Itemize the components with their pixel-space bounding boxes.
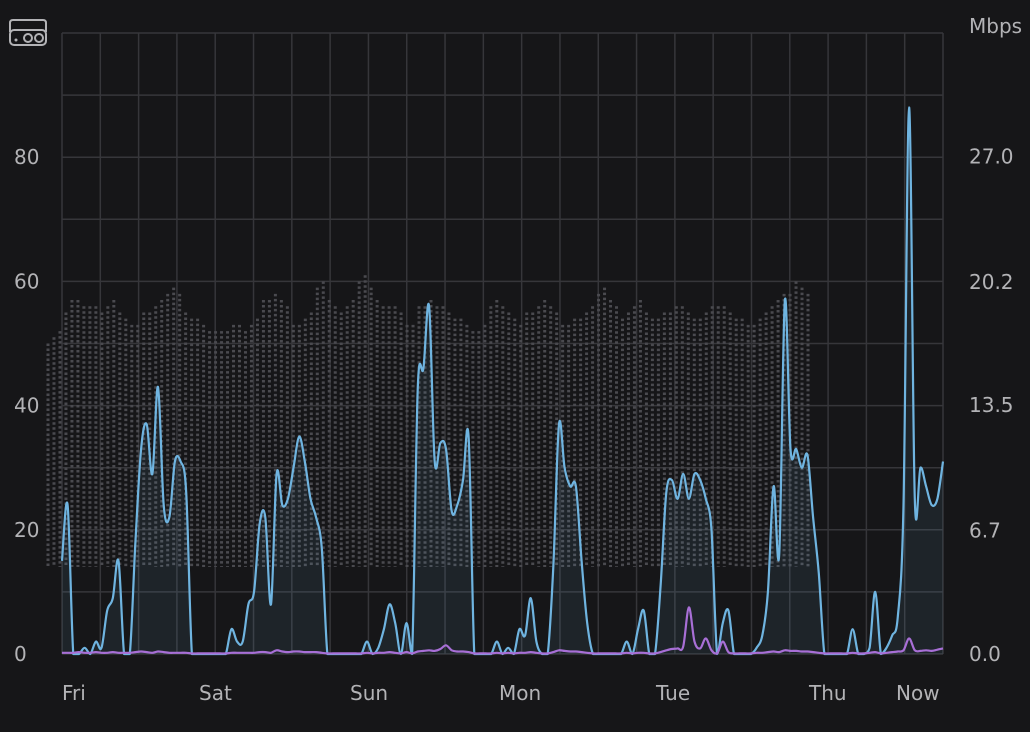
y-tick-right: 13.5 bbox=[969, 393, 1014, 417]
y-tick-right: 0.0 bbox=[969, 642, 1001, 666]
y-tick-right: 20.2 bbox=[969, 270, 1014, 294]
x-tick: Sat bbox=[199, 681, 232, 705]
y-tick-left: 60 bbox=[14, 269, 39, 293]
x-tick: Sun bbox=[350, 681, 388, 705]
x-tick: Thu bbox=[808, 681, 847, 705]
y-tick-right: 6.7 bbox=[969, 519, 1001, 543]
y-tick-left: 20 bbox=[14, 518, 39, 542]
x-tick: Fri bbox=[62, 681, 86, 705]
y-tick-left: 0 bbox=[14, 642, 27, 666]
y-tick-right: 27.0 bbox=[969, 144, 1014, 168]
traffic-chart: 0 20 40 60 80 0.0 6.7 13.5 20.2 27.0 Fri Sat Sun Mon T… bbox=[0, 0, 1030, 732]
y-tick-left: 80 bbox=[14, 145, 39, 169]
unit-label: Mbps bbox=[969, 14, 1022, 38]
x-tick: Mon bbox=[499, 681, 541, 705]
x-tick: Now bbox=[896, 681, 940, 705]
x-tick: Tue bbox=[655, 681, 690, 705]
y-tick-left: 40 bbox=[14, 394, 39, 418]
